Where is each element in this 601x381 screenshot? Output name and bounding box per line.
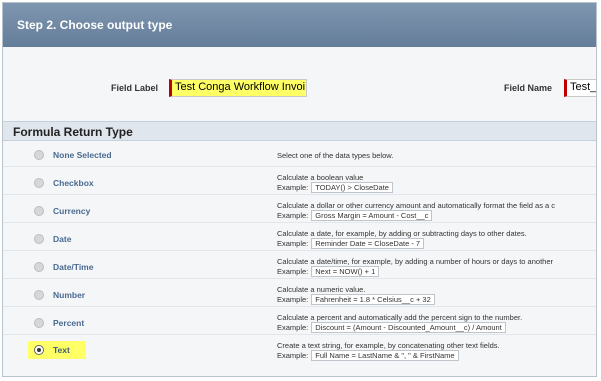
example-prefix: Example: <box>277 211 309 220</box>
option-description: Calculate a percent and automatically ad… <box>277 313 523 322</box>
option-label-text[interactable]: Text <box>53 345 70 355</box>
radio-checkbox[interactable] <box>34 178 44 188</box>
example-code: Gross Margin = Amount - Cost__c <box>311 210 433 221</box>
option-label-currency[interactable]: Currency <box>53 206 90 216</box>
option-label-date-time[interactable]: Date/Time <box>53 262 93 272</box>
radio-text[interactable] <box>34 345 44 355</box>
example-code: Next = NOW() + 1 <box>311 266 380 277</box>
example-code: Reminder Date = CloseDate - 7 <box>311 238 425 249</box>
example-prefix: Example: <box>277 239 309 248</box>
formula-wizard-panel: Step 2. Choose output type Field Label T… <box>2 2 597 377</box>
radio-date[interactable] <box>34 234 44 244</box>
step-header: Step 2. Choose output type <box>3 3 596 47</box>
field-label-caption: Field Label <box>111 83 159 93</box>
option-example: Example: Discount = (Amount - Discounted_… <box>277 322 506 333</box>
option-description: Calculate a date, for example, by adding… <box>277 229 527 238</box>
option-row-number: Number Calculate a numeric value. Exampl… <box>3 279 596 307</box>
option-row-currency: Currency Calculate a dollar or other cur… <box>3 195 596 223</box>
option-row-none-selected: None Selected Select one of the data typ… <box>3 141 596 167</box>
example-prefix: Example: <box>277 183 309 192</box>
field-row: Field Label Test Conga Workflow Invoi Fi… <box>3 47 596 111</box>
option-description: Create a text string, for example, by co… <box>277 341 500 350</box>
example-code: Fahrenheit = 1.8 * Celsius__c + 32 <box>311 294 435 305</box>
option-row-percent: Percent Calculate a percent and automati… <box>3 307 596 335</box>
radio-date-time[interactable] <box>34 262 44 272</box>
option-row-checkbox: Checkbox Calculate a boolean value Examp… <box>3 167 596 195</box>
option-label-date[interactable]: Date <box>53 234 71 244</box>
example-prefix: Example: <box>277 295 309 304</box>
option-label-number[interactable]: Number <box>53 290 85 300</box>
example-prefix: Example: <box>277 323 309 332</box>
option-row-text: Text Create a text string, for example, … <box>3 335 596 367</box>
option-description: Calculate a date/time, for example, by a… <box>277 257 553 266</box>
option-description: Calculate a boolean value <box>277 173 364 182</box>
option-description: Select one of the data types below. <box>277 151 394 160</box>
field-label-input[interactable]: Test Conga Workflow Invoi <box>169 79 307 97</box>
example-prefix: Example: <box>277 267 309 276</box>
option-example: Example: Full Name = LastName & ", " & Fi… <box>277 350 459 361</box>
option-description: Calculate a numeric value. <box>277 285 366 294</box>
section-title: Formula Return Type <box>13 125 133 139</box>
option-row-date: Date Calculate a date, for example, by a… <box>3 223 596 251</box>
option-example: Example: Reminder Date = CloseDate - 7 <box>277 238 425 249</box>
step-title: Step 2. Choose output type <box>17 18 173 32</box>
option-label-checkbox[interactable]: Checkbox <box>53 178 94 188</box>
radio-currency[interactable] <box>34 206 44 216</box>
example-code: TODAY() > CloseDate <box>311 182 393 193</box>
example-prefix: Example: <box>277 351 309 360</box>
option-label-percent[interactable]: Percent <box>53 318 84 328</box>
field-name-input[interactable]: Test_C <box>564 79 596 97</box>
field-name-caption: Field Name <box>504 83 553 93</box>
radio-none-selected[interactable] <box>34 150 44 160</box>
option-label-none-selected[interactable]: None Selected <box>53 150 112 160</box>
section-header: Formula Return Type <box>3 121 596 141</box>
option-description: Calculate a dollar or other currency amo… <box>277 201 556 210</box>
radio-number[interactable] <box>34 290 44 300</box>
option-row-date-time: Date/Time Calculate a date/time, for exa… <box>3 251 596 279</box>
option-example: Example: Next = NOW() + 1 <box>277 266 380 277</box>
radio-percent[interactable] <box>34 318 44 328</box>
example-code: Discount = (Amount - Discounted_Amount__… <box>311 322 506 333</box>
option-example: Example: TODAY() > CloseDate <box>277 182 393 193</box>
example-code: Full Name = LastName & ", " & FirstName <box>311 350 459 361</box>
option-example: Example: Gross Margin = Amount - Cost__c <box>277 210 433 221</box>
option-example: Example: Fahrenheit = 1.8 * Celsius__c + … <box>277 294 435 305</box>
